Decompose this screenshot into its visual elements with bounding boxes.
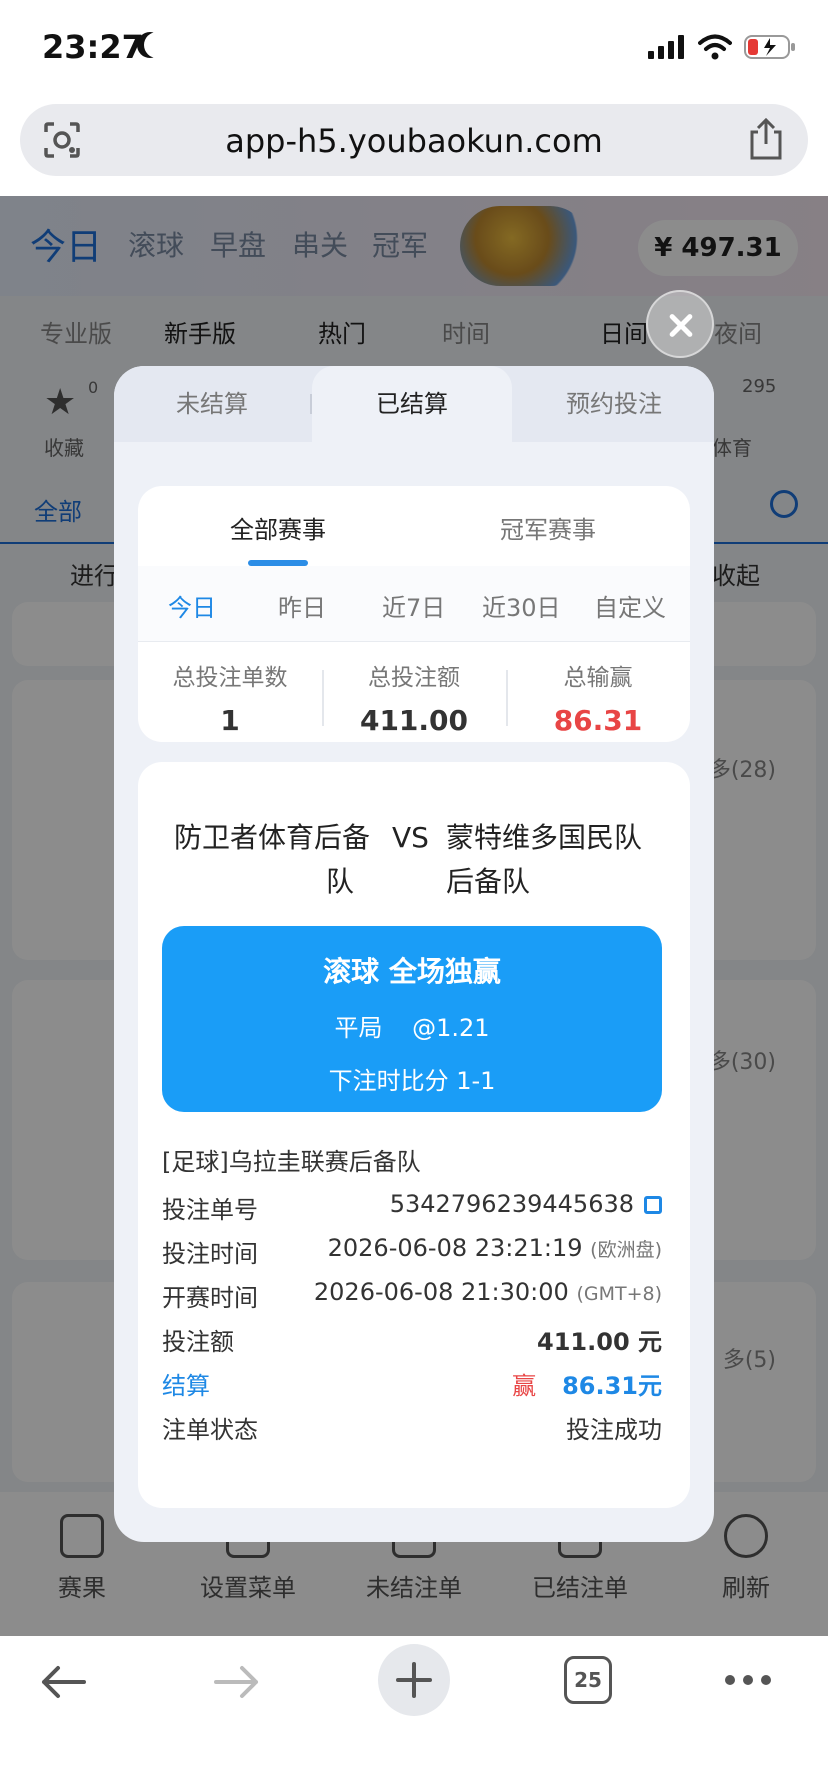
start-time-row: 开赛时间 2026-06-08 21:30:00 (GMT+8) [162, 1278, 662, 1318]
tab-settled[interactable]: 已结算 [312, 366, 512, 442]
row-label: 投注时间 [162, 1240, 258, 1268]
bet-time: 2026-06-08 23:21:19 [327, 1234, 583, 1262]
selection-line: 平局 @1.21 [162, 1008, 662, 1043]
filter-7-days[interactable]: 近7日 [382, 588, 445, 623]
row-label: 开赛时间 [162, 1284, 258, 1312]
settle-amount: 86.31元 [562, 1372, 662, 1400]
plus-icon [396, 1662, 432, 1698]
row-value: 2026-06-08 21:30:00 (GMT+8) [314, 1278, 662, 1306]
selection: 平局 [334, 1014, 383, 1042]
filter-yesterday[interactable]: 昨日 [278, 588, 326, 623]
league-name: [足球]乌拉圭联赛后备队 [162, 1148, 421, 1176]
away-team: 蒙特维多国民队 后备队 [446, 816, 666, 904]
browser-toolbar: 25 [0, 1636, 828, 1792]
market-name: 滚球 全场独赢 [323, 955, 501, 988]
home-team-line: 队 [325, 865, 354, 898]
stat-label: 总投注额 [368, 665, 460, 691]
vs-label: VS [392, 821, 429, 854]
order-number-row: 投注单号 5342796239445638 [162, 1190, 662, 1230]
away-team-line: 蒙特维多国民队 [446, 821, 643, 854]
more-icon[interactable] [724, 1674, 772, 1686]
forward-arrow-icon[interactable] [212, 1664, 262, 1700]
bet-record-modal: 未结算 已结算 预约投注 全部赛事 冠军赛事 今日 昨日 近7日 近30日 自定… [114, 366, 714, 1542]
bet-status: 投注成功 [566, 1416, 662, 1444]
start-time-note: (GMT+8) [576, 1283, 662, 1305]
status-bar: 23:27 [0, 0, 828, 96]
bet-detail-card: 防卫者体育后备 队 VS 蒙特维多国民队 后备队 滚球 全场独赢 平局 @1.2… [138, 762, 690, 1508]
bet-time-row: 投注时间 2026-06-08 23:21:19 (欧洲盘) [162, 1234, 662, 1274]
odds: @1.21 [412, 1014, 490, 1042]
copy-icon[interactable] [644, 1196, 662, 1214]
order-number: 5342796239445638 [389, 1190, 634, 1218]
event-type-tabs: 全部赛事 冠军赛事 [138, 486, 690, 566]
start-time: 2026-06-08 21:30:00 [313, 1278, 569, 1306]
stat-total-pnl: 总输赢 86.31 [506, 658, 690, 737]
row-label: 注单状态 [162, 1416, 258, 1444]
date-filter: 今日 昨日 近7日 近30日 自定义 [138, 566, 690, 642]
wifi-icon [698, 34, 732, 60]
stat-label: 总输赢 [563, 665, 633, 691]
battery-icon [744, 35, 795, 59]
bet-amount: 411.00 元 [537, 1328, 662, 1356]
signal-icon [648, 35, 684, 59]
row-value: 2026-06-08 23:21:19 (欧洲盘) [328, 1234, 662, 1262]
url-text[interactable]: app-h5.youbaokun.com [20, 122, 808, 160]
status-icons [648, 34, 796, 60]
screen: 23:27 app-h5.youbaokun.com 今日 滚球 早盘 串关 冠… [0, 0, 828, 1792]
share-icon[interactable] [748, 118, 784, 160]
stat-label: 总投注单数 [172, 665, 288, 691]
row-label: 投注单号 [162, 1196, 258, 1224]
match-teams: 防卫者体育后备 队 VS 蒙特维多国民队 后备队 [138, 816, 690, 916]
stat-value: 411.00 [359, 704, 469, 737]
row-value: 赢 86.31元 [512, 1366, 662, 1401]
score-at-bet: 下注时比分 1-1 [328, 1067, 496, 1095]
home-team: 防卫者体育后备 队 [162, 816, 382, 904]
away-team-line: 后备队 [446, 865, 531, 898]
bet-time-note: (欧洲盘) [590, 1239, 662, 1261]
row-label: 投注额 [162, 1328, 234, 1356]
home-team-line: 防卫者体育后备 [173, 821, 370, 854]
amount-row: 投注额 411.00 元 [162, 1322, 662, 1362]
close-button[interactable] [646, 290, 714, 358]
summary-panel: 全部赛事 冠军赛事 今日 昨日 近7日 近30日 自定义 总投注单数 1 总投注… [138, 486, 690, 742]
tab-reserved[interactable]: 预约投注 [514, 366, 714, 442]
back-arrow-icon[interactable] [38, 1664, 88, 1700]
tab-unsettled[interactable]: 未结算 [114, 366, 310, 442]
address-bar[interactable]: app-h5.youbaokun.com [20, 104, 808, 176]
moon-icon [144, 32, 170, 58]
subtab-champion-events[interactable]: 冠军赛事 [448, 510, 648, 545]
filter-30-days[interactable]: 近30日 [482, 588, 561, 623]
subtab-all-events[interactable]: 全部赛事 [178, 510, 378, 545]
tabs-button[interactable]: 25 [564, 1656, 612, 1704]
row-label: 结算 [162, 1372, 210, 1400]
filter-custom[interactable]: 自定义 [594, 588, 666, 623]
settlement-row: 结算 赢 86.31元 [162, 1366, 662, 1406]
status-time: 23:27 [42, 28, 144, 66]
status-row: 注单状态 投注成功 [162, 1410, 662, 1450]
new-tab-button[interactable] [378, 1644, 450, 1716]
modal-tabs: 未结算 已结算 预约投注 [114, 366, 714, 442]
settle-result: 赢 [512, 1372, 537, 1400]
stat-value: 86.31 [553, 704, 643, 737]
stat-total-amount: 总投注额 411.00 [322, 658, 506, 737]
bet-selection-box: 滚球 全场独赢 平局 @1.21 下注时比分 1-1 [162, 926, 662, 1112]
stat-total-bets: 总投注单数 1 [138, 658, 322, 737]
filter-today[interactable]: 今日 [168, 588, 216, 623]
stat-value: 1 [220, 704, 240, 737]
